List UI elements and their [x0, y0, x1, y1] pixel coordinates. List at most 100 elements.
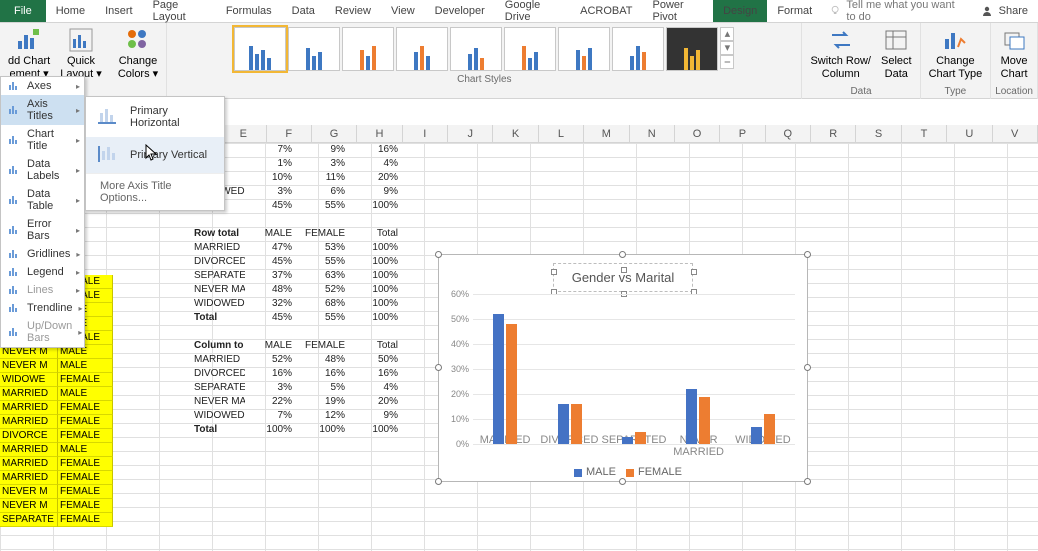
- chart-style-7[interactable]: [558, 27, 610, 71]
- list-item[interactable]: NEVER MFEMALE: [0, 499, 113, 513]
- table-row[interactable]: MARRIED47%53%100%: [192, 241, 404, 255]
- bar[interactable]: [699, 397, 710, 445]
- tab-developer[interactable]: Developer: [425, 0, 495, 22]
- bar[interactable]: [635, 432, 646, 445]
- resize-handle[interactable]: [435, 364, 442, 371]
- menu-item-legend[interactable]: Legend▸: [1, 263, 84, 281]
- col-header[interactable]: T: [902, 125, 947, 142]
- gallery-more-icon[interactable]: ⎯: [720, 55, 734, 69]
- title-handle[interactable]: [551, 269, 557, 275]
- table-row[interactable]: [192, 213, 404, 227]
- col-header[interactable]: L: [539, 125, 584, 142]
- bar[interactable]: [622, 437, 633, 445]
- tab-google-drive[interactable]: Google Drive: [495, 0, 570, 22]
- resize-handle[interactable]: [619, 478, 626, 485]
- table-row[interactable]: SEPARATE37%63%100%: [192, 269, 404, 283]
- chart-style-3[interactable]: [342, 27, 394, 71]
- table-row[interactable]: SEPARATE3%5%4%: [192, 381, 404, 395]
- tab-insert[interactable]: Insert: [95, 0, 143, 22]
- menu-item-chart-title[interactable]: Chart Title▸: [1, 125, 84, 155]
- tab-acrobat[interactable]: ACROBAT: [570, 0, 642, 22]
- change-chart-type-button[interactable]: Change Chart Type: [925, 25, 987, 82]
- col-header[interactable]: M: [584, 125, 629, 142]
- gallery-scroll-down-icon[interactable]: ▾: [720, 41, 734, 55]
- list-item[interactable]: DIVORCEFEMALE: [0, 429, 113, 443]
- add-chart-element-button[interactable]: dd Chart ement ▾: [4, 25, 54, 82]
- tab-review[interactable]: Review: [325, 0, 381, 22]
- primary-horizontal-item[interactable]: Primary Horizontal: [86, 97, 224, 137]
- menu-item-trendline[interactable]: Trendline▸: [1, 299, 84, 317]
- table-row[interactable]: NEVER MA48%52%100%: [192, 283, 404, 297]
- bar[interactable]: [571, 404, 582, 444]
- list-item[interactable]: MARRIEDFEMALE: [0, 415, 113, 429]
- bar[interactable]: [764, 414, 775, 444]
- gallery-scroll-up-icon[interactable]: ▴: [720, 27, 734, 41]
- bar-group[interactable]: [473, 294, 537, 444]
- list-item[interactable]: WIDOWEFEMALE: [0, 373, 113, 387]
- tell-me[interactable]: Tell me what you want to do: [822, 0, 970, 22]
- col-header[interactable]: O: [675, 125, 720, 142]
- col-header[interactable]: P: [720, 125, 765, 142]
- bar-group[interactable]: [537, 294, 601, 444]
- col-header[interactable]: N: [630, 125, 675, 142]
- menu-item-data-labels[interactable]: Data Labels▸: [1, 155, 84, 185]
- table-row[interactable]: WIDOWED32%68%100%: [192, 297, 404, 311]
- chart-style-9[interactable]: [666, 27, 718, 71]
- share-button[interactable]: Share: [971, 0, 1038, 22]
- col-header[interactable]: R: [811, 125, 856, 142]
- tab-home[interactable]: Home: [46, 0, 95, 22]
- list-item[interactable]: MARRIEDFEMALE: [0, 471, 113, 485]
- col-header[interactable]: K: [493, 125, 538, 142]
- tab-power-pivot[interactable]: Power Pivot: [642, 0, 713, 22]
- primary-vertical-item[interactable]: Primary Vertical: [86, 137, 224, 173]
- chart-style-5[interactable]: [450, 27, 502, 71]
- resize-handle[interactable]: [435, 478, 442, 485]
- change-colors-button[interactable]: Change Colors ▾: [114, 25, 162, 82]
- resize-handle[interactable]: [804, 364, 811, 371]
- title-handle[interactable]: [691, 269, 697, 275]
- col-header[interactable]: E: [221, 125, 266, 142]
- move-chart-button[interactable]: Move Chart: [997, 25, 1032, 82]
- resize-handle[interactable]: [804, 478, 811, 485]
- tab-file[interactable]: File: [0, 0, 46, 22]
- col-header[interactable]: Q: [766, 125, 811, 142]
- bar[interactable]: [558, 404, 569, 444]
- table-row[interactable]: NEVER MA22%19%20%: [192, 395, 404, 409]
- table-row[interactable]: Row totalMALEFEMALETotal: [192, 227, 404, 241]
- tab-page-layout[interactable]: Page Layout: [143, 0, 216, 22]
- embedded-chart[interactable]: Gender vs Marital 0%10%20%30%40%50%60%MA…: [438, 254, 808, 482]
- gallery-scroll[interactable]: ▴ ▾ ⎯: [720, 27, 734, 71]
- more-axis-title-options[interactable]: More Axis Title Options...: [86, 173, 224, 210]
- col-header[interactable]: I: [403, 125, 448, 142]
- chart-style-8[interactable]: [612, 27, 664, 71]
- list-item[interactable]: NEVER MFEMALE: [0, 485, 113, 499]
- resize-handle[interactable]: [804, 251, 811, 258]
- bar[interactable]: [751, 427, 762, 445]
- col-header[interactable]: F: [267, 125, 312, 142]
- col-header[interactable]: G: [312, 125, 357, 142]
- chart-style-6[interactable]: [504, 27, 556, 71]
- bar[interactable]: [493, 314, 504, 444]
- tab-data[interactable]: Data: [282, 0, 325, 22]
- menu-item-axes[interactable]: Axes▸: [1, 77, 84, 95]
- chart-style-2[interactable]: [288, 27, 340, 71]
- table-row[interactable]: MARRIED52%48%50%: [192, 353, 404, 367]
- menu-item-axis-titles[interactable]: Axis Titles▸: [1, 95, 84, 125]
- tab-format[interactable]: Format: [767, 0, 822, 22]
- list-item[interactable]: SEPARATEFEMALE: [0, 513, 113, 527]
- title-handle[interactable]: [621, 267, 627, 273]
- table-row[interactable]: Column toMALEFEMALETotal: [192, 339, 404, 353]
- col-header[interactable]: S: [856, 125, 901, 142]
- table-row[interactable]: Total45%55%100%: [192, 311, 404, 325]
- quick-layout-button[interactable]: Quick Layout ▾: [56, 25, 106, 82]
- table-row[interactable]: Total100%100%100%: [192, 423, 404, 437]
- bar-group[interactable]: [602, 294, 666, 444]
- bar[interactable]: [686, 389, 697, 444]
- table-row[interactable]: WIDOWED7%12%9%: [192, 409, 404, 423]
- list-item[interactable]: MARRIEDMALE: [0, 387, 113, 401]
- resize-handle[interactable]: [435, 251, 442, 258]
- col-header[interactable]: J: [448, 125, 493, 142]
- resize-handle[interactable]: [619, 251, 626, 258]
- chart-style-1[interactable]: [234, 27, 286, 71]
- list-item[interactable]: MARRIEDFEMALE: [0, 401, 113, 415]
